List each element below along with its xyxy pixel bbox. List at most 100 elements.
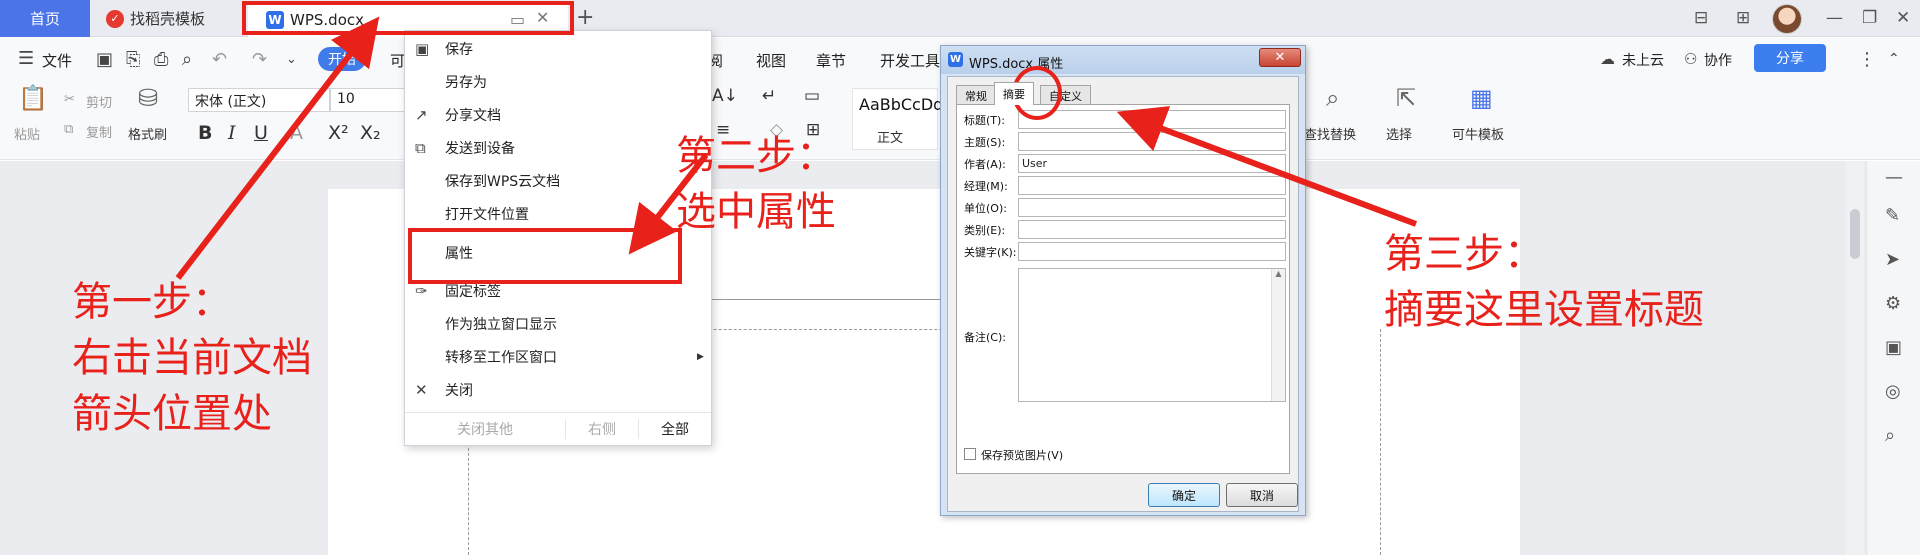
template-button[interactable]: 可牛模板 bbox=[1452, 124, 1504, 143]
line-spacing-icon[interactable]: ↵ bbox=[762, 86, 776, 106]
redo-icon[interactable]: ↷ bbox=[252, 49, 267, 70]
style-gallery-normal[interactable]: AaBbCcDd 正文 bbox=[852, 88, 943, 150]
window-close-icon[interactable]: ✕ bbox=[1896, 8, 1910, 28]
subscript-icon[interactable]: X₂ bbox=[360, 122, 381, 144]
menu-chapter[interactable]: 章节 bbox=[816, 50, 846, 71]
menu-view[interactable]: 视图 bbox=[756, 50, 786, 71]
avatar[interactable] bbox=[1772, 4, 1802, 34]
paste-button[interactable]: 粘贴 bbox=[14, 124, 40, 143]
italic-icon[interactable]: I bbox=[228, 122, 236, 144]
layout-icon[interactable]: ⊟ bbox=[1694, 8, 1708, 28]
keywords-input[interactable] bbox=[1018, 242, 1286, 261]
annotation-step2-line1: 第二步： bbox=[676, 133, 836, 179]
annotation-step3-line2: 摘要这里设置标题 bbox=[1384, 287, 1704, 333]
scroll-thumb[interactable] bbox=[1850, 209, 1860, 259]
ctx-share-label: 分享文档 bbox=[445, 108, 501, 124]
ctx-open-location-label: 打开文件位置 bbox=[445, 207, 529, 223]
restore-icon[interactable]: ❐ bbox=[1862, 8, 1877, 28]
menu-file[interactable]: 文件 bbox=[42, 50, 72, 71]
paste-icon[interactable]: 📋 bbox=[18, 84, 48, 112]
menu-start[interactable]: 开始 bbox=[318, 47, 366, 71]
grid-apps-icon[interactable]: ⊞ bbox=[1736, 8, 1750, 28]
ai-icon[interactable]: ◎ bbox=[1885, 381, 1901, 402]
copy-button[interactable]: 复制 bbox=[86, 122, 112, 141]
ctx-save-to-cloud-label: 保存到WPS云文档 bbox=[445, 174, 561, 190]
ctx-open-location[interactable]: 打开文件位置 bbox=[405, 198, 711, 230]
cursor-icon[interactable]: ⇱ bbox=[1396, 84, 1416, 112]
ok-button[interactable]: 确定 bbox=[1148, 483, 1220, 507]
image-icon[interactable]: ▣ bbox=[1885, 337, 1902, 358]
subject-input[interactable] bbox=[1018, 132, 1286, 151]
quick-access-dropdown-icon[interactable]: ⌄ bbox=[286, 52, 297, 67]
ctx-move-to-workspace[interactable]: 转移至工作区窗口 ▶ bbox=[405, 341, 711, 373]
ctx-close[interactable]: ✕ 关闭 bbox=[405, 374, 711, 406]
manager-label: 经理(M): bbox=[964, 180, 1008, 193]
copy-icon: ⧉ bbox=[64, 122, 74, 137]
share-button[interactable]: 分享 bbox=[1754, 44, 1826, 72]
font-size-select[interactable]: 10 bbox=[330, 88, 410, 112]
template-icon[interactable]: ▦ bbox=[1470, 84, 1493, 112]
dialog-close-button[interactable]: ✕ bbox=[1259, 48, 1301, 67]
format-painter-icon[interactable]: ⛁ bbox=[138, 84, 158, 112]
category-input[interactable] bbox=[1018, 220, 1286, 239]
ctx-send-to-device[interactable]: ⧉ 发送到设备 bbox=[405, 132, 711, 164]
new-tab-icon[interactable]: + bbox=[576, 5, 594, 30]
expand-icon[interactable]: — bbox=[1885, 167, 1903, 188]
ctx-close-others[interactable]: 关闭其他 bbox=[405, 413, 565, 445]
company-input[interactable] bbox=[1018, 198, 1286, 217]
tab-summary[interactable]: 摘要 bbox=[994, 82, 1034, 105]
doc-search-icon[interactable]: ⌕ bbox=[1885, 425, 1895, 446]
preview-icon[interactable]: ⌕ bbox=[182, 49, 192, 70]
more-icon[interactable]: ⋮ bbox=[1858, 49, 1876, 70]
find-icon[interactable]: ⌕ bbox=[1326, 84, 1339, 112]
tab-general[interactable]: 常规 bbox=[956, 85, 996, 105]
collab-button[interactable]: 协作 bbox=[1704, 50, 1732, 70]
pen-icon[interactable]: ✎ bbox=[1885, 205, 1900, 226]
find-replace-button[interactable]: 查找替换 bbox=[1304, 124, 1356, 143]
pointer-icon[interactable]: ➤ bbox=[1885, 249, 1900, 270]
notes-textarea[interactable]: ▲ bbox=[1018, 268, 1286, 402]
daoke-logo-icon: ✓ bbox=[106, 9, 124, 28]
ctx-separate-window-label: 作为独立窗口显示 bbox=[445, 317, 557, 333]
strikethrough-icon[interactable]: A bbox=[290, 122, 303, 144]
underline-icon[interactable]: U bbox=[254, 122, 268, 144]
menu-insert-partial[interactable]: 可 bbox=[390, 50, 405, 71]
font-name-select[interactable]: 宋体 (正文) bbox=[188, 88, 330, 112]
ctx-save-as[interactable]: 另存为 bbox=[405, 66, 711, 98]
text-effect-icon[interactable]: A↓ bbox=[712, 86, 738, 106]
cloud-status[interactable]: 未上云 bbox=[1622, 50, 1664, 70]
minimize-icon[interactable]: — bbox=[1826, 8, 1843, 28]
undo-icon[interactable]: ↶ bbox=[212, 49, 227, 70]
menu-devtools[interactable]: 开发工具 bbox=[880, 50, 940, 71]
table-icon[interactable]: ▭ bbox=[804, 86, 820, 106]
export-icon[interactable]: ⎘ bbox=[126, 49, 140, 70]
bold-icon[interactable]: B bbox=[198, 122, 212, 144]
title-input[interactable] bbox=[1018, 110, 1286, 129]
notes-scrollbar[interactable]: ▲ bbox=[1271, 269, 1285, 401]
cut-icon: ✂ bbox=[64, 92, 75, 107]
cancel-button[interactable]: 取消 bbox=[1226, 483, 1298, 507]
format-painter-button[interactable]: 格式刷 bbox=[128, 124, 167, 143]
save-icon[interactable]: ▣ bbox=[96, 49, 113, 70]
ctx-save[interactable]: ▣ 保存 bbox=[405, 33, 711, 65]
save-preview-checkbox[interactable] bbox=[964, 448, 976, 460]
hamburger-icon[interactable]: ☰ bbox=[18, 48, 34, 69]
close-icon: ✕ bbox=[1274, 50, 1286, 65]
ctx-share[interactable]: ↗ 分享文档 bbox=[405, 99, 711, 131]
tab-template[interactable]: ✓ 找稻壳模板 bbox=[92, 0, 242, 37]
ctx-close-all[interactable]: 全部 bbox=[639, 413, 711, 445]
manager-input[interactable] bbox=[1018, 176, 1286, 195]
superscript-icon[interactable]: X² bbox=[328, 122, 349, 144]
tab-home[interactable]: 首页 bbox=[0, 0, 90, 37]
print-icon[interactable]: ⎙ bbox=[154, 49, 168, 70]
dialog-titlebar[interactable]: W WPS.docx 属性 ✕ bbox=[941, 46, 1305, 74]
adjust-icon[interactable]: ⚙ bbox=[1885, 293, 1901, 314]
ctx-save-to-cloud[interactable]: 保存到WPS云文档 bbox=[405, 165, 711, 197]
cut-button[interactable]: 剪切 bbox=[86, 92, 112, 111]
ctx-close-right[interactable]: 右侧 bbox=[566, 413, 638, 445]
author-input[interactable]: User bbox=[1018, 154, 1286, 173]
vertical-scrollbar[interactable] bbox=[1846, 161, 1864, 555]
select-button[interactable]: 选择 bbox=[1386, 124, 1412, 143]
collapse-ribbon-icon[interactable]: ⌃ bbox=[1888, 51, 1900, 67]
ctx-separate-window[interactable]: 作为独立窗口显示 bbox=[405, 308, 711, 340]
